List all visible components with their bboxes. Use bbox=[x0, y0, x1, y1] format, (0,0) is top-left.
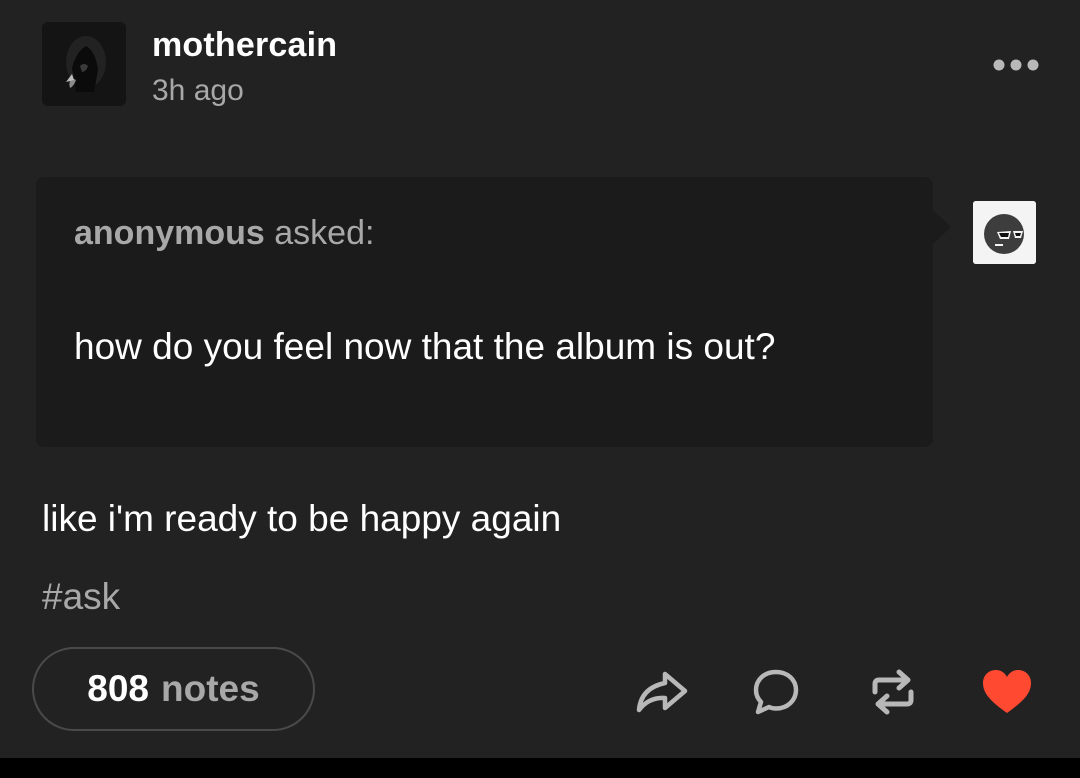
ellipsis-icon bbox=[993, 59, 1039, 71]
share-icon bbox=[636, 671, 688, 713]
author-username[interactable]: mothercain bbox=[152, 26, 337, 65]
asker-avatar bbox=[973, 201, 1036, 264]
ask-bubble-pointer bbox=[933, 210, 951, 244]
author-avatar[interactable] bbox=[42, 22, 126, 106]
post-tag[interactable]: #ask bbox=[42, 576, 120, 618]
post-timestamp: 3h ago bbox=[152, 74, 244, 107]
more-options-button[interactable] bbox=[990, 50, 1042, 80]
hooded-figure-image bbox=[42, 22, 126, 106]
ask-question: how do you feel now that the album is ou… bbox=[74, 326, 776, 367]
like-button[interactable] bbox=[979, 664, 1035, 720]
reply-icon bbox=[753, 669, 799, 715]
notes-count: 808 bbox=[87, 668, 150, 709]
share-button[interactable] bbox=[633, 664, 689, 720]
bottom-bar bbox=[0, 758, 1080, 778]
reblog-button[interactable] bbox=[865, 664, 921, 720]
notes-button[interactable]: 808 notes bbox=[32, 647, 315, 731]
reply-button[interactable] bbox=[748, 664, 804, 720]
post-card: mothercain 3h ago anonymous asked: how d… bbox=[0, 0, 1080, 758]
asker-name: anonymous bbox=[74, 214, 265, 252]
asked-label: asked: bbox=[274, 214, 375, 252]
answer-text: like i'm ready to be happy again bbox=[42, 498, 562, 539]
reblog-icon bbox=[872, 669, 914, 715]
asker-line: anonymous asked: bbox=[74, 214, 374, 253]
notes-label: notes bbox=[161, 668, 260, 709]
like-heart-icon bbox=[983, 670, 1031, 713]
anonymous-sunglasses-avatar bbox=[973, 201, 1036, 264]
